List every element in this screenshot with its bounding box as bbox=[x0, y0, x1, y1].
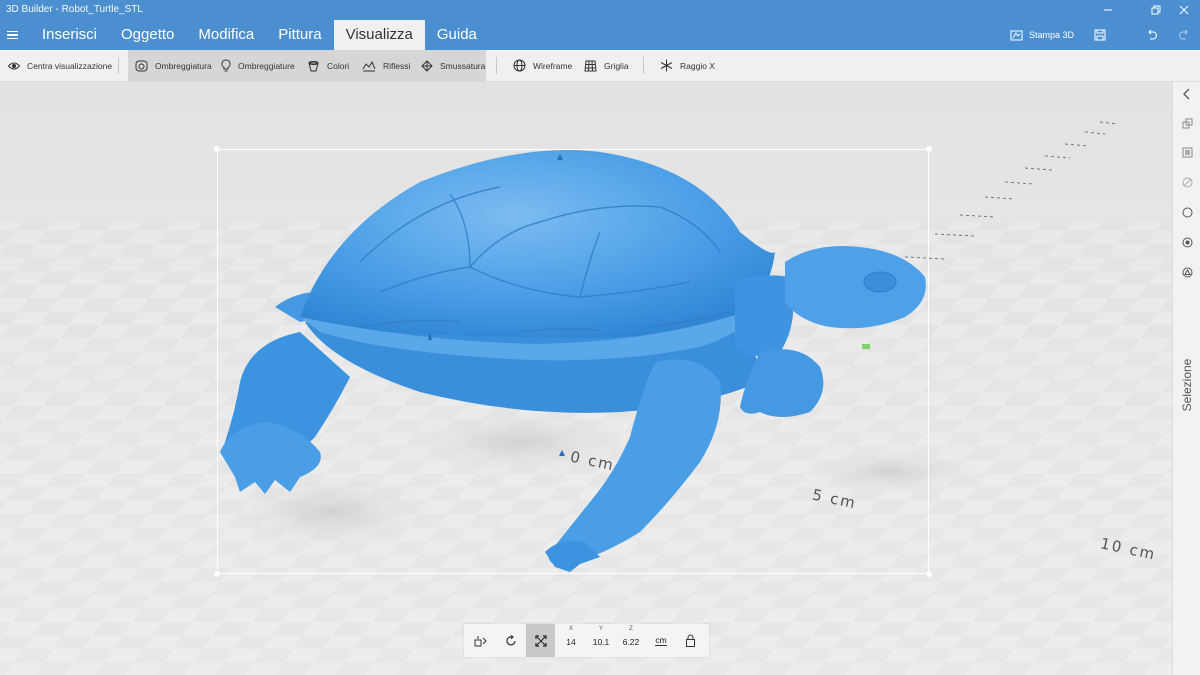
tab-oggetto[interactable]: Oggetto bbox=[109, 20, 186, 50]
size-z-field[interactable]: Z 6.22 bbox=[614, 624, 648, 657]
ribbon-toolbar: Centra visualizzazione Ombreggiatura Omb… bbox=[0, 50, 1200, 82]
y-axis-label: Y bbox=[598, 626, 603, 632]
select-vertices-button[interactable] bbox=[1181, 236, 1193, 248]
vertices-icon bbox=[1182, 237, 1192, 247]
print-3d-button[interactable]: Stampa 3D bbox=[1000, 20, 1084, 50]
collapse-panel-button[interactable] bbox=[1181, 88, 1193, 100]
paint-bucket-icon bbox=[308, 60, 319, 71]
lock-icon bbox=[686, 634, 695, 647]
undo-icon bbox=[1148, 29, 1157, 40]
lock-proportions-button[interactable] bbox=[676, 624, 705, 657]
centra-visualizzazione-label: Centra visualizzazione bbox=[27, 60, 113, 71]
select-edges-button[interactable] bbox=[1181, 176, 1193, 188]
scene-canvas bbox=[0, 82, 1172, 675]
circle-icon bbox=[1182, 207, 1192, 217]
colori-button[interactable]: Colori bbox=[301, 50, 355, 81]
redo-button[interactable] bbox=[1168, 20, 1200, 50]
tab-pittura[interactable]: Pittura bbox=[266, 20, 333, 50]
3d-viewport[interactable]: 0 cm 5 cm 10 cm bbox=[0, 82, 1172, 675]
print-3d-label: Stampa 3D bbox=[1028, 30, 1074, 40]
shading-icon bbox=[135, 60, 148, 71]
globe-icon bbox=[513, 59, 526, 72]
select-objects-button[interactable] bbox=[1181, 117, 1193, 129]
ombreggiatura-label: Ombreggiatura bbox=[155, 60, 212, 71]
save-button[interactable] bbox=[1084, 20, 1116, 50]
print-3d-icon bbox=[1010, 30, 1023, 41]
divider bbox=[643, 57, 644, 74]
size-x-field[interactable]: X 14 bbox=[554, 624, 588, 657]
ombreggiature-button[interactable]: Ombreggiature bbox=[215, 50, 301, 81]
divider bbox=[118, 57, 119, 74]
selezione-label: Selezione bbox=[1180, 358, 1194, 412]
redo-icon bbox=[1179, 29, 1188, 40]
smoothing-icon bbox=[421, 59, 433, 72]
close-icon bbox=[1179, 5, 1189, 15]
scale-button[interactable] bbox=[526, 624, 555, 657]
scale-icon bbox=[534, 634, 547, 647]
x-axis-label: X bbox=[568, 626, 573, 632]
select-edges-icon bbox=[1182, 177, 1192, 187]
close-button[interactable] bbox=[1168, 0, 1200, 20]
selection-side-panel: Selezione bbox=[1172, 82, 1200, 675]
model-shadow bbox=[220, 472, 440, 552]
triangle-icon bbox=[1182, 267, 1192, 277]
grid-icon bbox=[584, 60, 597, 71]
y-value: 10.1 bbox=[592, 637, 610, 647]
centra-visualizzazione-button[interactable]: Centra visualizzazione bbox=[2, 50, 118, 81]
rotate-icon bbox=[505, 634, 516, 645]
tab-modifica[interactable]: Modifica bbox=[186, 20, 266, 50]
undo-button[interactable] bbox=[1136, 20, 1168, 50]
restore-icon bbox=[1151, 5, 1161, 15]
raggio-x-button[interactable]: Raggio X bbox=[654, 50, 721, 81]
ombreggiatura-button[interactable]: Ombreggiatura bbox=[129, 50, 218, 81]
unit-label: cm bbox=[655, 635, 667, 646]
unit-selector[interactable]: cm bbox=[647, 624, 675, 657]
z-value: 6.22 bbox=[622, 637, 640, 647]
riflessi-label: Riflessi bbox=[383, 60, 411, 71]
smussatura-button[interactable]: Smussatura bbox=[415, 50, 491, 81]
wireframe-button[interactable]: Wireframe bbox=[507, 50, 578, 81]
riflessi-button[interactable]: Riflessi bbox=[356, 50, 416, 81]
lightbulb-icon bbox=[221, 59, 231, 72]
gizmo-handle[interactable] bbox=[862, 344, 870, 349]
tab-guida[interactable]: Guida bbox=[425, 20, 489, 50]
tab-visualizza[interactable]: Visualizza bbox=[333, 20, 425, 50]
raggio-x-label: Raggio X bbox=[680, 60, 715, 71]
panel-title: Selezione bbox=[1177, 350, 1197, 420]
z-axis-label: Z bbox=[629, 626, 633, 632]
circle-select-button[interactable] bbox=[1181, 206, 1193, 218]
select-faces-icon bbox=[1182, 147, 1192, 157]
window-title: 3D Builder - Robot_Turtle_STL bbox=[6, 4, 143, 15]
title-menu-bar: 3D Builder - Robot_Turtle_STL Inserisci … bbox=[0, 0, 1200, 50]
griglia-label: Griglia bbox=[604, 60, 629, 71]
x-value: 14 bbox=[566, 637, 576, 647]
select-triangle-button[interactable] bbox=[1181, 266, 1193, 278]
size-y-field[interactable]: Y 10.1 bbox=[584, 624, 618, 657]
griglia-button[interactable]: Griglia bbox=[578, 50, 635, 81]
save-icon bbox=[1094, 29, 1106, 41]
eye-icon bbox=[8, 62, 20, 69]
wireframe-label: Wireframe bbox=[533, 60, 573, 71]
minimize-icon bbox=[1104, 9, 1112, 11]
ombreggiature-label: Ombreggiature bbox=[238, 60, 295, 71]
menu-tabs: Inserisci Oggetto Modifica Pittura Visua… bbox=[30, 20, 489, 50]
reflections-icon bbox=[362, 60, 376, 71]
minimize-button[interactable] bbox=[1092, 0, 1124, 20]
divider bbox=[496, 57, 497, 74]
move-button[interactable] bbox=[466, 624, 495, 657]
move-icon bbox=[474, 635, 487, 646]
smussatura-label: Smussatura bbox=[440, 60, 486, 71]
tab-inserisci[interactable]: Inserisci bbox=[30, 20, 109, 50]
xray-icon bbox=[660, 59, 673, 72]
rotate-button[interactable] bbox=[496, 624, 525, 657]
transform-bar: X 14 Y 10.1 Z 6.22 cm bbox=[464, 624, 709, 657]
quick-tools: Stampa 3D bbox=[1000, 20, 1200, 50]
select-objects-icon bbox=[1182, 118, 1192, 128]
colori-label: Colori bbox=[327, 60, 350, 71]
select-faces-button[interactable] bbox=[1181, 146, 1193, 158]
chevron-left-icon bbox=[1183, 88, 1190, 100]
hamburger-menu-icon[interactable] bbox=[4, 26, 24, 44]
